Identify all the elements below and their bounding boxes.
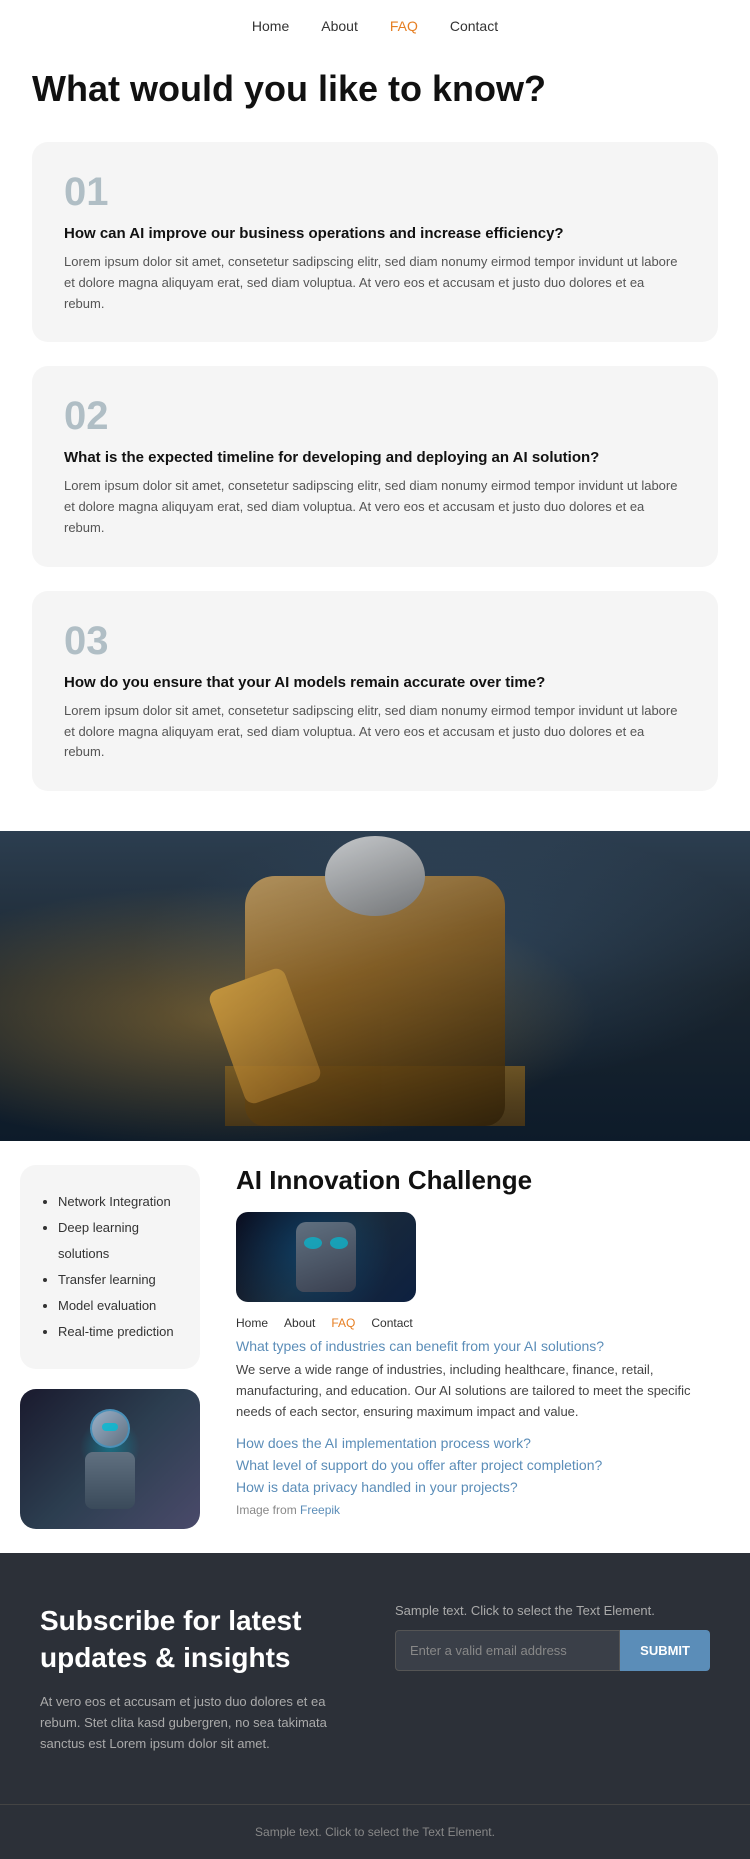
mini-nav-about[interactable]: About bbox=[284, 1316, 315, 1330]
nav-contact[interactable]: Contact bbox=[450, 18, 498, 34]
image-credit-link[interactable]: Freepik bbox=[300, 1503, 340, 1517]
features-list: Network Integration Deep learning soluti… bbox=[40, 1189, 180, 1345]
faq-answer-3: Lorem ipsum dolor sit amet, consetetur s… bbox=[64, 701, 686, 763]
footer-sample-text: Sample text. Click to select the Text El… bbox=[40, 1825, 710, 1839]
robot-figure bbox=[225, 846, 525, 1126]
footer: Sample text. Click to select the Text El… bbox=[0, 1804, 750, 1859]
subscribe-description: At vero eos et accusam et justo duo dolo… bbox=[40, 1692, 355, 1754]
subscribe-right: Sample text. Click to select the Text El… bbox=[395, 1603, 710, 1671]
submit-button[interactable]: SUBMIT bbox=[620, 1630, 710, 1671]
faq-answer-2: Lorem ipsum dolor sit amet, consetetur s… bbox=[64, 476, 686, 538]
faq-number-3: 03 bbox=[64, 619, 686, 664]
faq-question-3: How do you ensure that your AI models re… bbox=[64, 674, 686, 691]
robot-banner bbox=[0, 831, 750, 1141]
subscribe-sample-text: Sample text. Click to select the Text El… bbox=[395, 1603, 710, 1618]
faq-number-1: 01 bbox=[64, 170, 686, 215]
faq-number-2: 02 bbox=[64, 394, 686, 439]
faq-card-3: 03 How do you ensure that your AI models… bbox=[32, 591, 718, 791]
subscribe-form: SUBMIT bbox=[395, 1630, 710, 1671]
feature-item-4: Model evaluation bbox=[58, 1293, 180, 1319]
page-title: What would you like to know? bbox=[0, 52, 750, 142]
mini-nav-contact[interactable]: Contact bbox=[371, 1316, 412, 1330]
other-question-1[interactable]: How does the AI implementation process w… bbox=[236, 1435, 722, 1451]
right-panel: AI Innovation Challenge Home About FAQ C… bbox=[220, 1141, 750, 1553]
subscribe-title: Subscribe for latest updates & insights bbox=[40, 1603, 355, 1676]
robot-small-image bbox=[20, 1389, 200, 1529]
challenge-image bbox=[236, 1212, 416, 1302]
feature-item-1: Network Integration bbox=[58, 1189, 180, 1215]
navigation: Home About FAQ Contact bbox=[0, 0, 750, 52]
lower-section: Network Integration Deep learning soluti… bbox=[0, 1141, 750, 1553]
image-credit: Image from Freepik bbox=[236, 1503, 722, 1517]
faq-answer-1: Lorem ipsum dolor sit amet, consetetur s… bbox=[64, 252, 686, 314]
faq-card-2: 02 What is the expected timeline for dev… bbox=[32, 366, 718, 566]
feature-item-3: Transfer learning bbox=[58, 1267, 180, 1293]
left-panel: Network Integration Deep learning soluti… bbox=[0, 1141, 220, 1553]
challenge-title: AI Innovation Challenge bbox=[236, 1165, 722, 1196]
feature-item-5: Real-time prediction bbox=[58, 1319, 180, 1345]
mini-nav-home[interactable]: Home bbox=[236, 1316, 268, 1330]
nav-home[interactable]: Home bbox=[252, 18, 289, 34]
features-card: Network Integration Deep learning soluti… bbox=[20, 1165, 200, 1369]
email-input[interactable] bbox=[395, 1630, 620, 1671]
nav-about[interactable]: About bbox=[321, 18, 358, 34]
other-question-3[interactable]: How is data privacy handled in your proj… bbox=[236, 1479, 722, 1495]
mini-nav-faq[interactable]: FAQ bbox=[331, 1316, 355, 1330]
nav-faq[interactable]: FAQ bbox=[390, 18, 418, 34]
challenge-face bbox=[296, 1222, 356, 1292]
faq-question-1: How can AI improve our business operatio… bbox=[64, 225, 686, 242]
mini-nav: Home About FAQ Contact bbox=[236, 1316, 722, 1330]
subscribe-left: Subscribe for latest updates & insights … bbox=[40, 1603, 355, 1754]
feature-item-2: Deep learning solutions bbox=[58, 1215, 180, 1267]
faq-card-1: 01 How can AI improve our business opera… bbox=[32, 142, 718, 342]
faq-section: 01 How can AI improve our business opera… bbox=[0, 142, 750, 831]
other-question-2[interactable]: What level of support do you offer after… bbox=[236, 1457, 722, 1473]
subscribe-section: Subscribe for latest updates & insights … bbox=[0, 1553, 750, 1804]
robot-small-figure bbox=[70, 1409, 150, 1509]
expanded-question[interactable]: What types of industries can benefit fro… bbox=[236, 1338, 722, 1354]
expanded-answer: We serve a wide range of industries, inc… bbox=[236, 1360, 722, 1422]
faq-question-2: What is the expected timeline for develo… bbox=[64, 449, 686, 466]
